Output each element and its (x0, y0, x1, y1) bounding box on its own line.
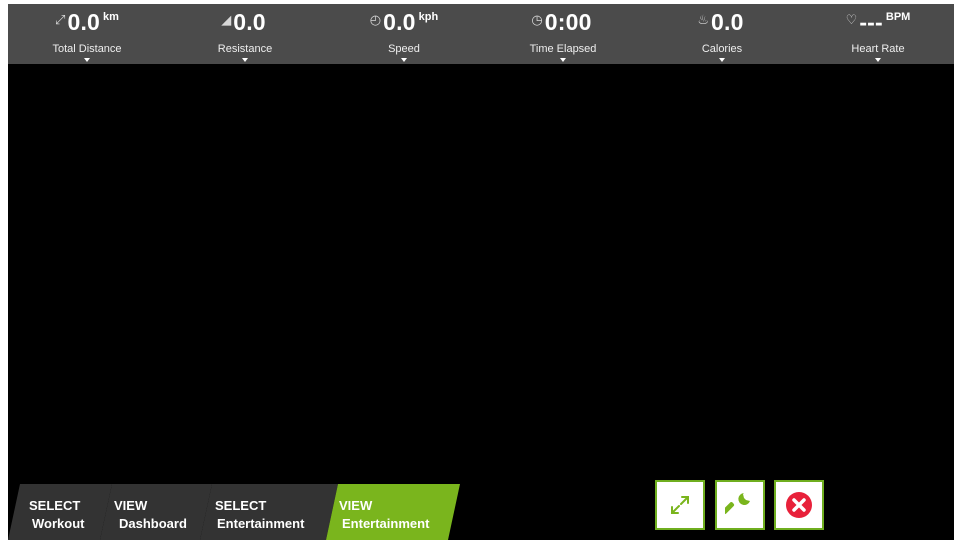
stat-label: Time Elapsed (529, 43, 597, 55)
heart-icon: ♡ (845, 12, 858, 27)
stat-value: 0.0 (233, 9, 266, 35)
caret-down-icon (242, 58, 248, 62)
caret-down-icon (875, 58, 881, 62)
stats-bar: ⤢ 0.0 km Total Distance ◢ 0.0 Resistance… (8, 4, 954, 64)
caret-down-icon (84, 58, 90, 62)
tab-line1: VIEW (339, 498, 373, 513)
stat-total-distance[interactable]: ⤢ 0.0 km Total Distance (8, 4, 166, 64)
resistance-icon: ◢ (221, 12, 232, 27)
tab-line2: Entertainment (217, 516, 305, 531)
tab-line2: Workout (32, 516, 85, 531)
stat-speed[interactable]: ◴ 0.0 kph Speed (325, 4, 483, 64)
stat-unit: km (103, 11, 119, 23)
tab-view-entertainment[interactable]: VIEW Entertainment (326, 484, 460, 540)
tab-line2: Dashboard (119, 516, 187, 531)
close-icon (786, 492, 812, 518)
distance-icon: ⤢ (55, 12, 66, 27)
tab-select-workout[interactable]: SELECT Workout (8, 484, 112, 540)
mode-tabs: SELECT Workout VIEW Dashboard SELECT Ent… (8, 484, 468, 540)
tab-line2: Entertainment (342, 516, 430, 531)
caret-down-icon (560, 58, 566, 62)
tab-select-entertainment[interactable]: SELECT Entertainment (200, 484, 338, 540)
stat-calories[interactable]: ♨ 0.0 Calories (643, 4, 801, 64)
caret-down-icon (401, 58, 407, 62)
stat-label: Heart Rate (851, 43, 905, 55)
stat-value: 0.0 (383, 9, 416, 35)
stat-label: Resistance (217, 43, 273, 55)
stat-unit: kph (418, 11, 439, 23)
tab-line1: SELECT (29, 498, 81, 513)
stat-label: Speed (388, 43, 420, 55)
stat-value: 0.0 (67, 9, 101, 35)
tab-line1: SELECT (215, 498, 267, 513)
stat-label: Calories (701, 43, 743, 55)
stat-heart-rate[interactable]: ♡ --- BPM Heart Rate (802, 4, 954, 64)
stat-value: 0:00 (544, 9, 592, 35)
stopwatch-icon: ◷ (531, 12, 543, 27)
tab-line1: VIEW (114, 498, 148, 513)
caret-down-icon (719, 58, 725, 62)
wrench-icon (725, 493, 750, 514)
stat-value: --- (859, 9, 883, 35)
stat-resistance[interactable]: ◢ 0.0 Resistance (166, 4, 324, 64)
stat-time-elapsed[interactable]: ◷ 0:00 Time Elapsed (484, 4, 642, 64)
settings-button[interactable] (715, 480, 765, 530)
fullscreen-button[interactable] (655, 480, 705, 530)
stat-label: Total Distance (52, 43, 122, 55)
expand-icon (671, 496, 689, 514)
tab-view-dashboard[interactable]: VIEW Dashboard (100, 484, 212, 540)
workout-screen: ⤢ 0.0 km Total Distance ◢ 0.0 Resistance… (8, 4, 954, 540)
stat-unit: BPM (885, 11, 911, 23)
close-button[interactable] (774, 480, 824, 530)
stat-value: 0.0 (711, 9, 744, 35)
speedometer-icon: ◴ (369, 12, 382, 27)
flame-icon: ♨ (697, 12, 710, 27)
